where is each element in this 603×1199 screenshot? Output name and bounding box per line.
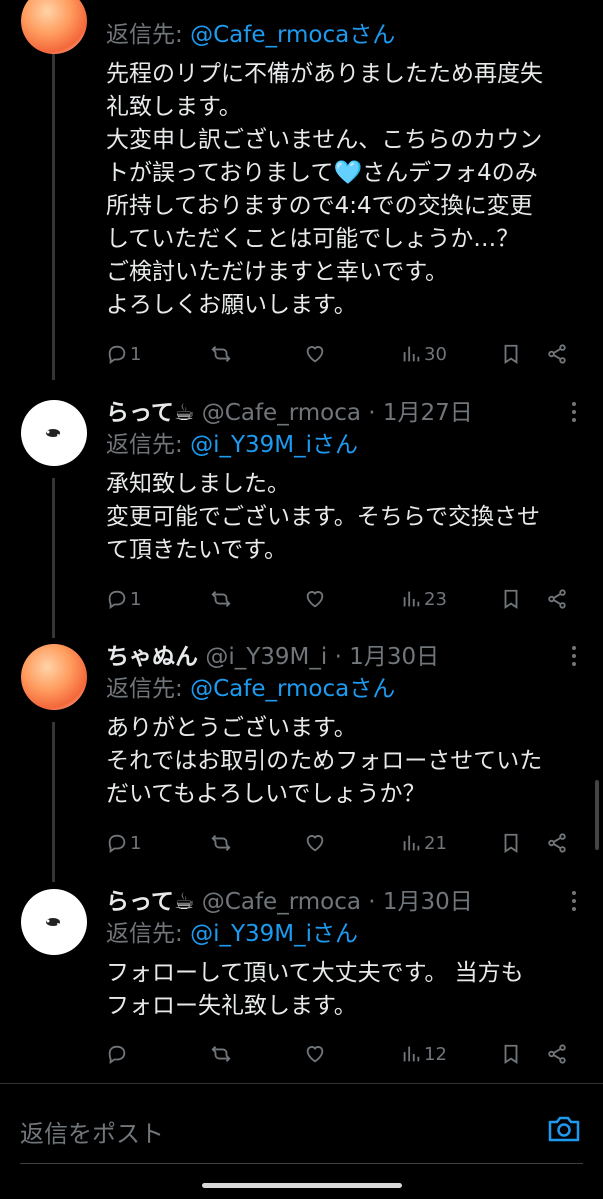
camera-icon[interactable] [547,1114,581,1144]
bookmark-icon [504,344,518,364]
retweet-icon [211,591,231,607]
views-icon [403,835,420,851]
like-button[interactable] [304,828,326,858]
thread-line [52,722,55,882]
like-button[interactable] [304,339,326,369]
like-button[interactable] [304,1039,326,1069]
like-button[interactable] [304,584,326,614]
like-icon [306,591,324,608]
views-button[interactable]: 23 [400,584,447,614]
avatar[interactable] [21,644,87,710]
display-name[interactable]: らって☕ [106,400,194,426]
reply-to: 返信先: @Cafe_rmocaさん [106,674,587,704]
avatar[interactable] [21,400,87,466]
reply-icon [108,345,126,365]
bookmark-button[interactable] [500,339,522,369]
tweet-actions: 1 23 [106,584,587,614]
retweet-button[interactable] [210,339,232,369]
user-handle[interactable]: @i_Y39M_i [205,644,327,670]
tweet-body: 承知致しました。 変更可能でございます。そちらで交換させ て頂きたいです。 [106,471,541,563]
tweet-actions: 12 [106,1039,587,1069]
retweet-icon [211,835,231,851]
avatar[interactable] [21,889,87,955]
user-handle[interactable]: @Cafe_rmoca [202,400,361,426]
tweet-header: ちゃぬん @i_Y39M_i · 1月30日 [106,642,587,672]
bookmark-button[interactable] [500,584,522,614]
reply-button[interactable]: 1 [106,584,141,614]
reply-button[interactable] [106,1039,130,1069]
share-icon [548,1044,566,1064]
share-button[interactable] [546,1039,568,1069]
display-name[interactable]: らって☕ [106,889,194,915]
bookmark-icon [504,1044,518,1064]
reply-button[interactable]: 1 [106,828,141,858]
avatar[interactable] [21,0,87,54]
like-icon [306,346,324,363]
share-button[interactable] [546,339,568,369]
reply-to: 返信先: @Cafe_rmocaさん [106,20,587,50]
display-name[interactable]: ちゃぬん [106,644,198,670]
retweet-icon [211,346,231,362]
views-icon [403,1046,420,1062]
views-icon [403,591,420,607]
reply-button[interactable]: 1 [106,339,141,369]
reply-to-handle[interactable]: @i_Y39M_iさん [190,432,358,458]
views-button[interactable]: 21 [400,828,447,858]
tweet-body: ありがとうございます。 それではお取引のためフォローさせていた だいてもよろしい… [106,715,543,807]
coffee-cup-icon [46,918,60,926]
home-indicator [202,1183,402,1188]
share-icon [548,344,566,364]
views-button[interactable]: 12 [400,1039,447,1069]
reply-to: 返信先: @i_Y39M_iさん [106,919,587,949]
tweet-header: らって☕ @Cafe_rmoca · 1月30日 [106,887,587,917]
bookmark-button[interactable] [500,1039,522,1069]
reply-icon [108,1045,126,1065]
reply-input-underline [20,1163,583,1164]
bookmark-button[interactable] [500,828,522,858]
tweet-date[interactable]: · 1月27日 [368,400,473,426]
reply-icon [108,590,126,610]
reply-to-handle[interactable]: @i_Y39M_iさん [190,921,358,947]
thread-line [52,478,55,638]
tweet-actions: 1 30 [106,339,587,369]
retweet-button[interactable] [210,1039,232,1069]
scrollbar[interactable] [595,780,599,850]
retweet-icon [211,1046,231,1062]
reply-to-label: 返信先: [106,676,183,702]
bookmark-icon [504,589,518,609]
thread-line [52,0,55,380]
like-icon [306,835,324,852]
like-icon [306,1046,324,1063]
tweet-date[interactable]: · 1月30日 [335,644,440,670]
retweet-button[interactable] [210,828,232,858]
coffee-cup-icon [46,429,60,437]
reply-to-label: 返信先: [106,22,183,48]
share-icon [548,589,566,609]
share-icon [548,833,566,853]
retweet-button[interactable] [210,584,232,614]
tweet-date[interactable]: · 1月30日 [368,889,473,915]
bookmark-icon [504,833,518,853]
user-handle[interactable]: @Cafe_rmoca [202,889,361,915]
tweet-body: 先程のリプに不備がありましたため再度失 礼致します。 大変申し訳ございません、こ… [106,61,543,318]
reply-to-label: 返信先: [106,921,183,947]
views-icon [403,346,420,362]
reply-to-label: 返信先: [106,432,183,458]
tweet-body: フォローして頂いて大丈夫です。 当方も フォロー失礼致します。 [106,960,524,1019]
views-button[interactable]: 30 [400,339,447,369]
tweet-header: らって☕ @Cafe_rmoca · 1月27日 [106,398,587,428]
tweet-actions: 1 21 [106,828,587,858]
reply-to-handle[interactable]: @Cafe_rmocaさん [190,22,395,48]
reply-to: 返信先: @i_Y39M_iさん [106,430,587,460]
reply-to-handle[interactable]: @Cafe_rmocaさん [190,676,395,702]
reply-icon [108,834,126,854]
share-button[interactable] [546,584,568,614]
reply-input[interactable]: 返信をポスト [20,1114,164,1149]
share-button[interactable] [546,828,568,858]
